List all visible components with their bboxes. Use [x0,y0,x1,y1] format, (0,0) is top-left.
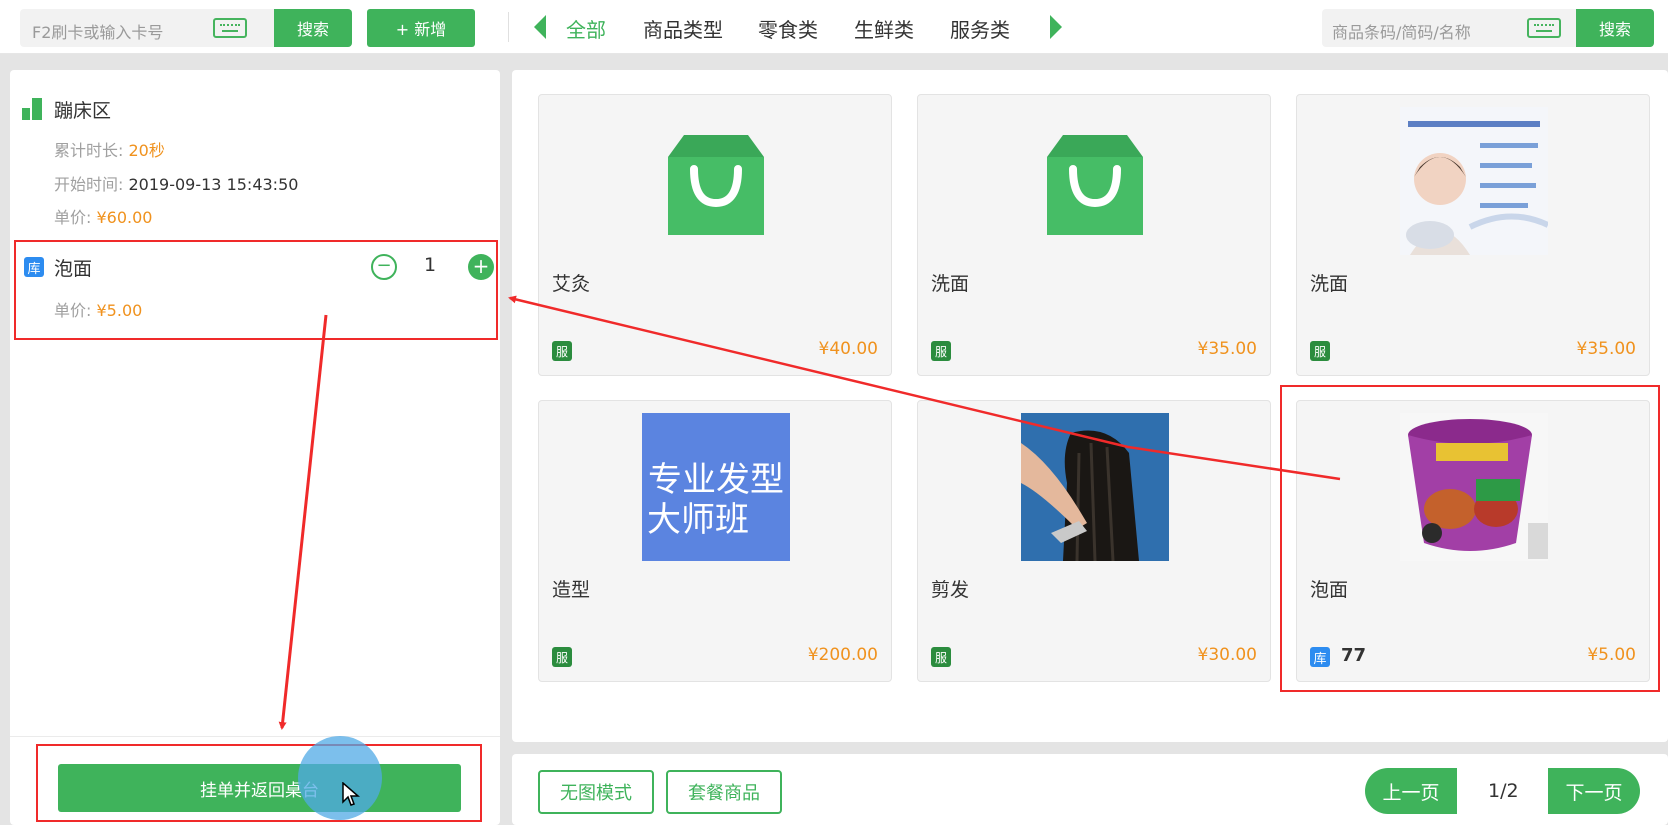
start-time-line: 开始时间: 2019-09-13 15:43:50 [54,175,299,194]
order-item-name: 泡面 [54,258,93,280]
tab-fresh[interactable]: 生鲜类 [854,14,914,43]
product-card[interactable]: 艾灸 服 ¥40.00 [538,94,892,376]
shopping-bag-icon [668,135,764,235]
card-search-button[interactable]: 搜索 [274,9,352,47]
room-name: 蹦床区 [54,100,112,122]
room-price-value: ¥60.00 [96,208,153,227]
service-tag: 服 [1310,341,1330,361]
product-name: 剪发 [931,579,970,601]
product-search-input[interactable]: 商品条码/简码/名称 [1332,19,1471,43]
duration-value: 20秒 [128,141,165,160]
add-member-button[interactable]: + 新增 [367,9,475,47]
decrease-qty-button[interactable]: − [371,254,397,280]
page-indicator: 1/2 [1488,780,1519,802]
cursor-icon [342,782,360,806]
keyboard-icon[interactable] [1527,18,1561,38]
product-search-button[interactable]: 搜索 [1576,9,1654,47]
next-page-button[interactable]: 下一页 [1548,768,1640,814]
stock-tag: 库 [24,257,44,277]
category-next-icon[interactable] [1050,15,1062,39]
image-text-line2: 大师班 [647,500,749,540]
image-text-line1: 专业发型 [648,460,784,500]
building-icon [22,98,44,120]
card-search-box: F2刷卡或输入卡号 搜索 [20,9,352,47]
product-price: ¥30.00 [1197,645,1257,665]
product-card[interactable]: 洗面 服 ¥35.00 [1296,94,1650,376]
product-price: ¥200.00 [807,645,878,665]
service-tag: 服 [931,341,951,361]
order-panel: 蹦床区 累计时长: 20秒 开始时间: 2019-09-13 15:43:50 … [10,70,500,825]
haircut-image [1021,413,1169,561]
product-card[interactable]: 专业发型 大师班 造型 服 ¥200.00 [538,400,892,682]
bottom-toolbar: 无图模式 套餐商品 上一页 1/2 下一页 [512,754,1668,825]
service-tag: 服 [552,341,572,361]
product-search-box: 商品条码/简码/名称 搜索 [1322,9,1654,47]
product-card[interactable]: 剪发 服 ¥30.00 [917,400,1271,682]
increase-qty-button[interactable]: + [468,254,494,280]
toolbar-divider [508,12,509,42]
order-item-price: 单价: ¥5.00 [54,301,143,320]
top-bar: F2刷卡或输入卡号 搜索 + 新增 全部 商品类型 零食类 生鲜类 服务类 商品… [0,0,1668,54]
shopping-bag-icon [1047,135,1143,235]
hang-order-button[interactable]: 挂单并返回桌台 [58,764,461,812]
facial-product-image [1400,107,1548,255]
tab-services[interactable]: 服务类 [950,14,1010,43]
product-price: ¥40.00 [818,339,878,359]
tab-snacks[interactable]: 零食类 [758,14,818,43]
combo-products-button[interactable]: 套餐商品 [666,770,782,814]
start-time-value: 2019-09-13 15:43:50 [128,175,299,194]
service-tag: 服 [552,647,572,667]
panel-divider [10,736,500,737]
service-tag: 服 [931,647,951,667]
order-item: 库 泡面 − 1 + 单价: ¥5.00 [14,240,498,340]
room-price-line: 单价: ¥60.00 [54,208,153,227]
prev-page-button[interactable]: 上一页 [1365,768,1457,814]
product-price: ¥35.00 [1576,339,1636,359]
card-search-input[interactable]: F2刷卡或输入卡号 [32,19,163,43]
product-name: 造型 [552,579,591,601]
duration-line: 累计时长: 20秒 [54,141,165,160]
order-item-qty: 1 [424,254,437,276]
product-name: 洗面 [931,273,970,295]
product-name: 艾灸 [552,273,591,295]
category-prev-icon[interactable] [534,15,546,39]
keyboard-icon[interactable] [213,18,247,38]
product-price: ¥35.00 [1197,339,1257,359]
styling-class-image: 专业发型 大师班 [642,413,790,561]
product-card[interactable]: 洗面 服 ¥35.00 [917,94,1271,376]
tab-product-type[interactable]: 商品类型 [643,14,723,43]
annotation-box [1280,385,1660,692]
no-image-mode-button[interactable]: 无图模式 [538,770,654,814]
product-name: 洗面 [1310,273,1349,295]
tab-all[interactable]: 全部 [566,14,606,43]
click-indicator [298,736,382,820]
